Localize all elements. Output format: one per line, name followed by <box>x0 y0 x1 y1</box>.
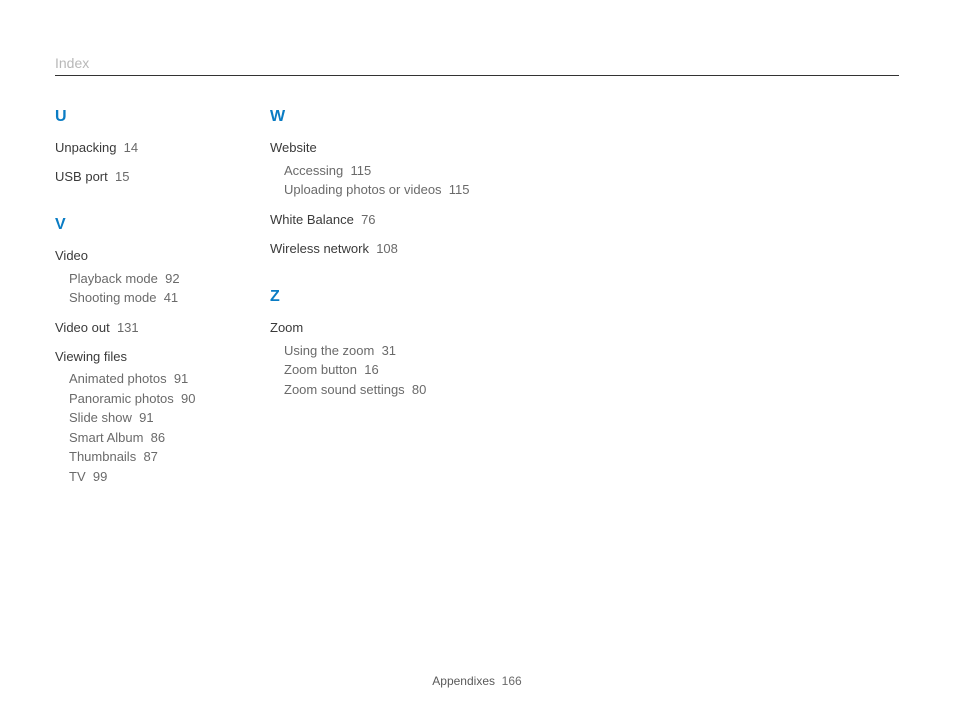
index-entry: Video Playback mode 92 Shooting mode 41 <box>55 248 270 308</box>
index-subentry: TV 99 <box>69 467 270 487</box>
index-page: 76 <box>361 212 375 227</box>
index-page: 131 <box>117 320 139 335</box>
column-1: U Unpacking 14 USB port 15 V Video Playb… <box>55 108 270 498</box>
index-subentry: Playback mode 92 <box>69 269 270 289</box>
page-header: Index <box>55 55 899 76</box>
index-entry: Website Accessing 115 Uploading photos o… <box>270 140 485 200</box>
index-term: Video <box>55 248 88 263</box>
index-entry: USB port 15 <box>55 169 270 186</box>
footer-page-number: 166 <box>502 674 522 688</box>
subentries: Animated photos 91 Panoramic photos 90 S… <box>55 369 270 486</box>
index-subentry: Panoramic photos 90 <box>69 389 270 409</box>
index-subentry: Accessing 115 <box>284 161 485 181</box>
letter-heading-z: Z <box>270 288 485 306</box>
subentries: Playback mode 92 Shooting mode 41 <box>55 269 270 308</box>
index-subentry: Animated photos 91 <box>69 369 270 389</box>
index-term: Unpacking <box>55 140 116 155</box>
index-entry: Unpacking 14 <box>55 140 270 157</box>
index-entry: Viewing files Animated photos 91 Panoram… <box>55 349 270 487</box>
footer-section: Appendixes <box>432 674 495 688</box>
index-subentry: Smart Album 86 <box>69 428 270 448</box>
index-subentry: Uploading photos or videos 115 <box>284 180 485 200</box>
index-subentry: Using the zoom 31 <box>284 341 485 361</box>
subentries: Using the zoom 31 Zoom button 16 Zoom so… <box>270 341 485 400</box>
index-page: 14 <box>124 140 138 155</box>
index-subentry: Shooting mode 41 <box>69 288 270 308</box>
index-term: Viewing files <box>55 349 127 364</box>
index-term: Zoom <box>270 320 303 335</box>
index-subentry: Slide show 91 <box>69 408 270 428</box>
index-entry: Wireless network 108 <box>270 241 485 258</box>
index-subentry: Zoom button 16 <box>284 360 485 380</box>
index-term: Video out <box>55 320 110 335</box>
index-term: Wireless network <box>270 241 369 256</box>
subentries: Accessing 115 Uploading photos or videos… <box>270 161 485 200</box>
index-page: 108 <box>376 241 398 256</box>
index-page: 15 <box>115 169 129 184</box>
index-term: USB port <box>55 169 108 184</box>
index-subentry: Thumbnails 87 <box>69 447 270 467</box>
letter-heading-w: W <box>270 108 485 126</box>
letter-heading-u: U <box>55 108 270 126</box>
index-entry: White Balance 76 <box>270 212 485 229</box>
index-entry: Zoom Using the zoom 31 Zoom button 16 Zo… <box>270 320 485 399</box>
index-term: Website <box>270 140 317 155</box>
page-footer: Appendixes 166 <box>0 674 954 688</box>
index-columns: U Unpacking 14 USB port 15 V Video Playb… <box>55 108 899 498</box>
letter-heading-v: V <box>55 216 270 234</box>
index-entry: Video out 131 <box>55 320 270 337</box>
header-title: Index <box>55 55 899 71</box>
index-term: White Balance <box>270 212 354 227</box>
column-2: W Website Accessing 115 Uploading photos… <box>270 108 485 498</box>
index-subentry: Zoom sound settings 80 <box>284 380 485 400</box>
